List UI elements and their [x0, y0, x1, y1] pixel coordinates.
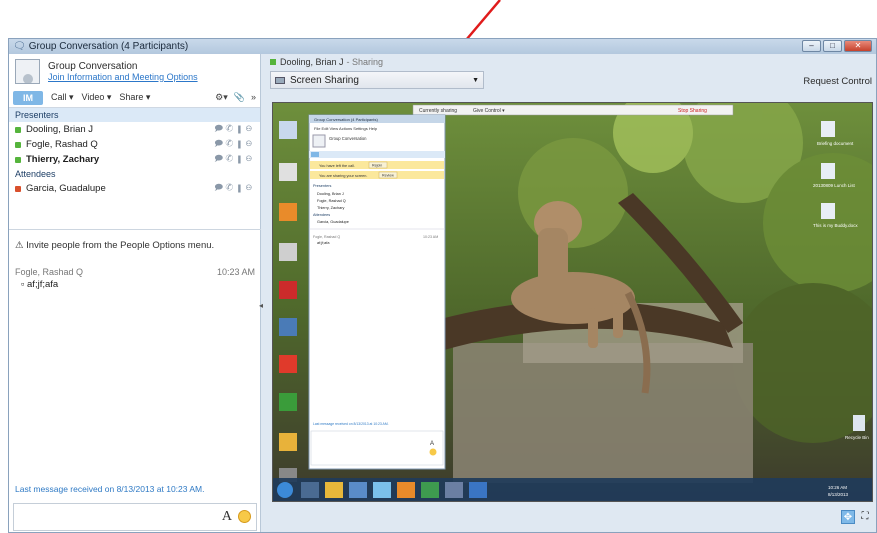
fit-to-window-icon[interactable]: ✥ — [841, 510, 855, 524]
mini-presenter-2: Fogle, Rashad Q — [317, 199, 346, 203]
desktop-icon-label-2: 20130809 Lunch List — [813, 183, 856, 188]
maximize-button[interactable]: □ — [823, 40, 842, 52]
im-tab[interactable]: IM — [13, 90, 43, 105]
info-icon: ⚠ — [15, 240, 24, 251]
request-control-button[interactable]: Request Control — [803, 76, 872, 87]
mini-window-title: Group Conversation (4 Participants) — [314, 117, 378, 122]
participant-status-icons: 🗩 ✆ ▮ ⚇ — [214, 153, 252, 163]
mini-message-time: 10:23 AM — [423, 235, 438, 239]
svg-text:A: A — [430, 441, 434, 447]
taskbar-clock-time: 10:26 AM — [828, 485, 847, 490]
close-button[interactable]: ✕ — [844, 40, 872, 52]
invite-text: Invite people from the People Options me… — [26, 240, 215, 251]
mini-message-text: af;jf;afa — [317, 241, 330, 245]
mini-left-call-notice: You have left the call. — [319, 164, 355, 168]
sharing-label: - Sharing — [346, 57, 384, 67]
attendee-name: Garcia, Guadalupe — [26, 183, 106, 194]
mini-presenters-heading: Presenters — [313, 184, 331, 188]
presenter-row[interactable]: Fogle, Rashad Q 🗩 ✆ ▮ ⚇ — [9, 137, 260, 152]
full-screen-icon[interactable]: ⛶ — [858, 510, 872, 524]
mini-presenter-1: Dooling, Brian J — [317, 192, 344, 196]
last-message-notice: Last message received on 8/13/2013 at 10… — [15, 484, 205, 494]
presenter-status: Dooling, Brian J - Sharing — [270, 57, 383, 67]
mini-message-sender: Fogle, Rashad Q — [313, 235, 340, 239]
mini-rejoin-button[interactable]: Rejoin — [372, 164, 382, 168]
sharing-pane: Dooling, Brian J - Sharing Screen Sharin… — [262, 54, 876, 532]
presenter-name: Thierry, Zachary — [26, 154, 100, 165]
presenter-row[interactable]: Dooling, Brian J 🗩 ✆ ▮ ⚇ — [9, 122, 260, 137]
message-sender: Fogle, Rashad Q — [15, 267, 84, 277]
message-text: ▫ af;jf;afa — [21, 279, 59, 290]
title-bar: 🗨 Group Conversation (4 Participants) – … — [9, 39, 876, 54]
shared-desktop: Currently sharing Give Control ▾ Stop Sh… — [273, 103, 872, 501]
sharing-toolbar: Currently sharing Give Control ▾ Stop Sh… — [412, 104, 734, 116]
mini-presenter-3: Thierry, Zachary — [317, 206, 344, 210]
participant-status-icons: 🗩 ✆ ▮ ⚇ — [214, 182, 252, 192]
group-avatar — [15, 58, 40, 84]
share-menu[interactable]: Share ▾ — [119, 92, 150, 103]
mini-attendee-1: Garcia, Guadalupe — [317, 220, 349, 224]
conversation-title: Group Conversation — [48, 60, 138, 72]
mini-menu-bar: File Edit View Actions Settings Help — [314, 126, 378, 131]
presence-indicator — [15, 156, 21, 163]
window-title: Group Conversation (4 Participants) — [28, 41, 189, 52]
mode-toolbar: IM Call ▾ Video ▾ Share ▾ ⚙▾ 📎 » — [9, 88, 260, 108]
start-button-icon — [277, 482, 293, 498]
join-info-link[interactable]: Join Information and Meeting Options — [48, 72, 198, 82]
video-menu[interactable]: Video ▾ — [82, 92, 112, 103]
presence-indicator — [15, 126, 21, 133]
mini-attendees-heading: Attendees — [313, 213, 330, 217]
mini-sharing-notice: You are sharing your screen. — [319, 174, 367, 178]
presenter-row[interactable]: Thierry, Zachary 🗩 ✆ ▮ ⚇ — [9, 152, 260, 167]
message-compose-box[interactable]: A — [13, 503, 257, 531]
presence-indicator — [15, 141, 21, 148]
mini-last-message: Last message received on 8/13/2013 at 10… — [313, 422, 389, 426]
shared-taskbar: 10:26 AM 8/13/2013 — [273, 478, 872, 501]
presenter-name: Dooling, Brian J — [26, 124, 94, 135]
conversation-pane: Group Conversation Join Information and … — [9, 54, 261, 532]
presence-indicator — [270, 59, 276, 65]
window-controls: – □ ✕ — [802, 40, 872, 52]
call-menu[interactable]: Call ▾ — [51, 92, 74, 103]
monitor-icon — [275, 76, 285, 84]
participant-status-icons: 🗩 ✆ ▮ ⚇ — [214, 138, 252, 148]
presenters-list: Dooling, Brian J 🗩 ✆ ▮ ⚇ Fogle, Rashad Q 🗩 … — [9, 122, 260, 167]
attachment-icon[interactable]: 📎 — [234, 92, 245, 103]
people-options-icon[interactable]: ⚙▾ — [215, 92, 228, 103]
emoticon-icon[interactable] — [238, 510, 251, 523]
currently-sharing-label: Currently sharing — [419, 108, 457, 114]
chat-history: ⚠ Invite people from the People Options … — [9, 229, 261, 499]
chevron-down-icon: ▼ — [472, 76, 479, 84]
mini-conversation-window: Group Conversation (4 Participants) File… — [308, 114, 446, 470]
attendees-list: Garcia, Guadalupe 🗩 ✆ ▮ ⚇ — [9, 181, 260, 196]
desktop-icon-label-1: Briefing document — [817, 141, 854, 146]
attendee-row[interactable]: Garcia, Guadalupe 🗩 ✆ ▮ ⚇ — [9, 181, 260, 196]
expand-icon[interactable]: » — [251, 92, 256, 103]
invite-notice: ⚠ Invite people from the People Options … — [9, 230, 261, 251]
stop-sharing-button[interactable]: Stop Sharing — [678, 108, 707, 114]
taskbar-clock-date: 8/13/2013 — [828, 492, 849, 497]
presenters-heading: Presenters — [9, 108, 260, 122]
presence-indicator — [15, 185, 21, 192]
presenter-name: Fogle, Rashad Q — [26, 139, 98, 150]
attendees-heading: Attendees — [15, 169, 56, 179]
give-control-menu[interactable]: Give Control ▾ — [473, 108, 505, 114]
screen-sharing-dropdown[interactable]: Screen Sharing ▼ — [270, 71, 484, 89]
message-meta: Fogle, Rashad Q 10:23 AM — [9, 251, 261, 277]
minimize-button[interactable]: – — [802, 40, 821, 52]
desktop-icon-label-3: This is my Buddy.docx — [813, 223, 858, 228]
dropdown-value: Screen Sharing — [290, 74, 359, 86]
svg-text:Group Conversation: Group Conversation — [329, 136, 367, 141]
view-controls: ✥ ⛶ — [841, 510, 872, 524]
presenter-name: Dooling, Brian J — [280, 57, 344, 67]
group-chat-icon: 🗨 — [13, 41, 26, 52]
mini-review-button[interactable]: Review — [382, 174, 394, 178]
participant-status-icons: 🗩 ✆ ▮ ⚇ — [214, 123, 252, 133]
conversation-window: 🗨 Group Conversation (4 Participants) – … — [8, 38, 877, 533]
font-format-button[interactable]: A — [222, 509, 232, 525]
shared-screen-view[interactable]: Currently sharing Give Control ▾ Stop Sh… — [272, 102, 873, 502]
message-time: 10:23 AM — [216, 267, 255, 277]
recycle-bin-label: Recycle Bin — [845, 435, 869, 440]
conversation-header: Group Conversation Join Information and … — [9, 54, 260, 88]
